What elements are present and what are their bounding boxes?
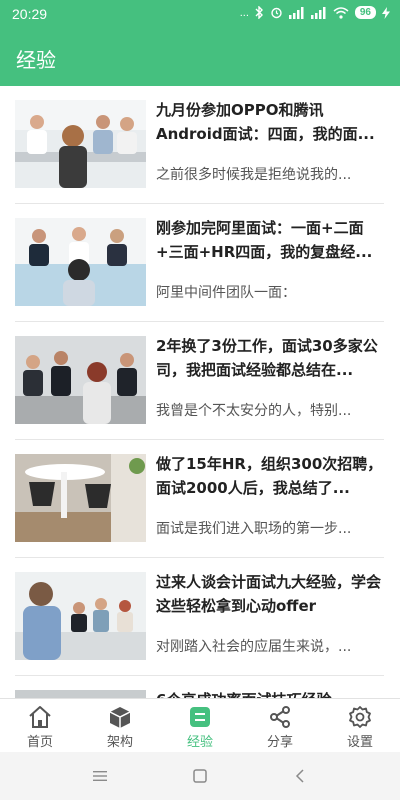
back-button[interactable] [286,762,314,790]
cell-signal-icon-2 [310,6,326,19]
article-title: 6个高成功率面试技巧经验 [156,688,384,698]
list-item[interactable]: 做了15年HR，组织300次招聘，面试2000人后，我总结了... 面试是我们进… [15,440,384,558]
charging-icon [382,6,390,19]
battery-indicator: 96 [354,6,376,19]
tab-share[interactable]: 分享 [240,699,320,752]
tab-label: 经验 [186,735,213,750]
article-title: 2年换了3份工作，面试30多家公司，我把面试经验都总结在... [156,337,378,379]
article-title: 刚参加完阿里面试：一面+二面+三面+HR四面，我的复盘经... [156,219,373,261]
tab-label: 首页 [26,735,53,750]
tab-architecture[interactable]: 架构 [80,699,160,752]
tab-home[interactable]: 首页 [0,699,80,752]
cube-icon [109,707,131,728]
menu-button[interactable] [86,762,114,790]
home-button[interactable] [186,762,214,790]
bottom-tab-bar: 首页 架构 经验 分享 设置 [0,698,400,752]
signal-dots: ... [239,6,249,19]
article-title: 做了15年HR，组织300次招聘，面试2000人后，我总结了... [156,455,383,497]
system-navigation-bar [0,752,400,800]
article-thumbnail [15,454,146,542]
article-desc: 对刚踏入社会的应届生来说，... [156,639,352,655]
article-thumbnail [15,572,146,660]
home-icon [29,706,51,728]
cell-signal-icon [288,6,304,19]
document-icon [190,707,210,727]
list-item[interactable]: 刚参加完阿里面试：一面+二面+三面+HR四面，我的复盘经... 阿里中间件团队一… [15,204,384,322]
menu-icon [93,771,107,781]
alarm-icon [271,7,282,19]
status-icons: ... 96 [240,6,390,19]
page-title: 经验 [16,48,56,72]
article-title: 过来人谈会计面试九大经验，学会这些轻松拿到心动offer [156,573,382,615]
tab-label: 设置 [346,735,373,750]
tab-experience[interactable]: 经验 [160,699,240,752]
article-desc: 之前很多时候我是拒绝说我的... [156,167,352,183]
square-home-icon [193,769,207,783]
bluetooth-icon [255,6,263,19]
article-thumbnail [15,218,146,306]
list-item[interactable]: 九月份参加OPPO和腾讯Android面试：四面，我的面... 之前很多时候我是… [15,86,384,204]
gear-icon [349,706,371,728]
article-desc: 阿里中间件团队一面： [156,285,296,301]
list-item[interactable]: 6个高成功率面试技巧经验 [15,676,384,698]
status-bar: 20:29 ... 96 [0,0,400,30]
tab-settings[interactable]: 设置 [320,699,400,752]
wifi-icon [333,6,349,19]
article-thumbnail [15,690,146,698]
status-time: 20:29 [12,6,48,22]
article-thumbnail [15,100,146,188]
article-desc: 面试是我们进入职场的第一步... [156,521,352,537]
back-chevron-icon [295,769,304,783]
app-bar: 经验 [0,30,400,86]
article-title: 九月份参加OPPO和腾讯Android面试：四面，我的面... [156,101,375,143]
tab-label: 架构 [106,735,133,750]
tab-label: 分享 [266,735,293,750]
article-thumbnail [15,336,146,424]
list-item[interactable]: 过来人谈会计面试九大经验，学会这些轻松拿到心动offer 对刚踏入社会的应届生来… [15,558,384,676]
article-desc: 我曾是个不太安分的人，特别... [156,403,352,419]
share-icon [270,706,290,728]
list-item[interactable]: 2年换了3份工作，面试30多家公司，我把面试经验都总结在... 我曾是个不太安分… [15,322,384,440]
article-list[interactable]: 九月份参加OPPO和腾讯Android面试：四面，我的面... 之前很多时候我是… [0,86,400,698]
